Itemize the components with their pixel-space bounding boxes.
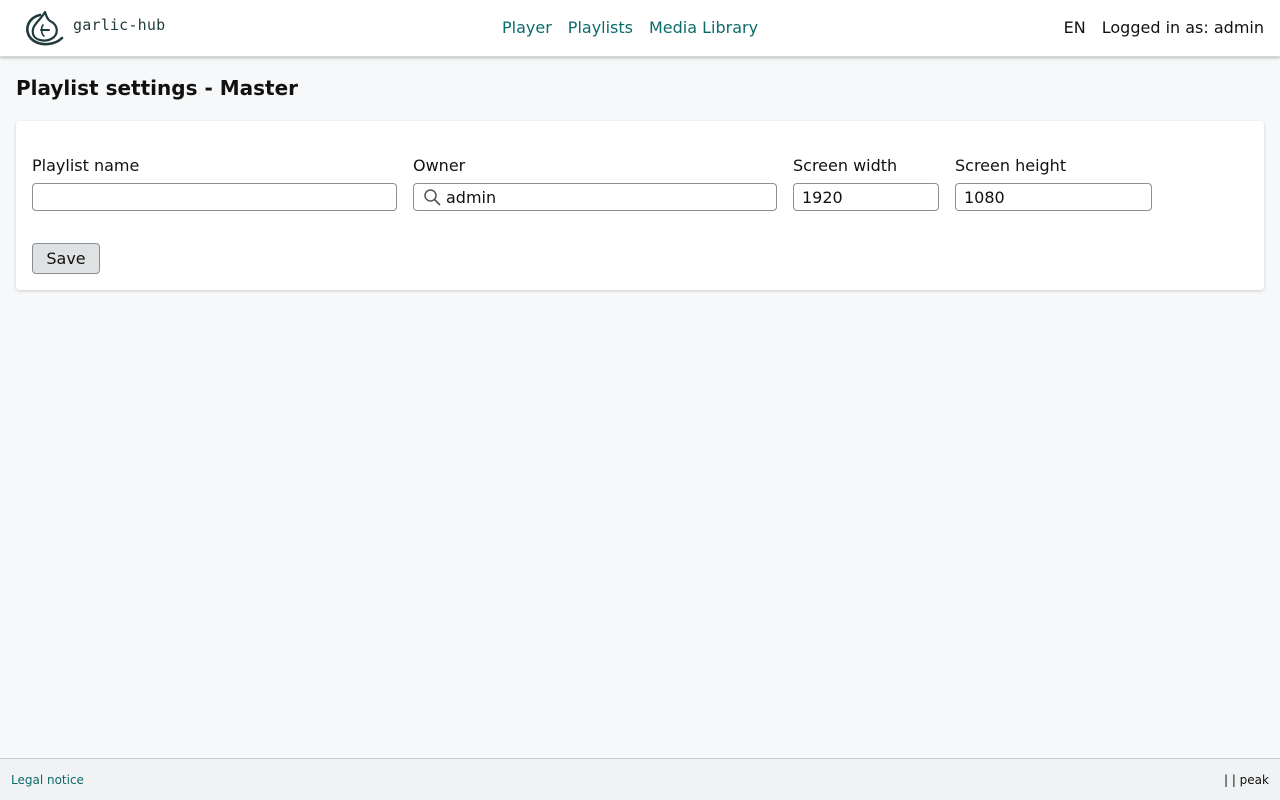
nav-media-library[interactable]: Media Library	[649, 18, 758, 37]
owner-label: Owner	[413, 156, 466, 175]
language-selector[interactable]: EN	[1064, 18, 1086, 37]
screen-height-input[interactable]	[955, 183, 1152, 211]
footer: Legal notice | | peak	[0, 758, 1280, 800]
garlic-logo-icon	[26, 10, 64, 46]
screen-width-label: Screen width	[793, 156, 898, 175]
playlist-name-label: Playlist name	[32, 156, 140, 175]
playlist-settings-form: Playlist name Owner Screen width Screen …	[16, 121, 1264, 290]
owner-field: Owner	[413, 155, 777, 211]
main-nav: Player Playlists Media Library	[502, 18, 758, 37]
screen-width-field: Screen width	[793, 155, 939, 211]
brand-name: garlic-hub	[73, 16, 166, 34]
footer-version-text: | | peak	[1223, 773, 1269, 787]
nav-player[interactable]: Player	[502, 18, 552, 37]
user-area: EN Logged in as: admin	[1064, 18, 1264, 37]
brand-logo[interactable]: garlic-hub	[22, 8, 165, 46]
playlist-name-input[interactable]	[32, 183, 397, 211]
page-title: Playlist settings - Master	[16, 76, 298, 100]
screen-height-label: Screen height	[955, 156, 1067, 175]
save-button[interactable]: Save	[32, 243, 100, 274]
owner-input[interactable]	[413, 183, 777, 211]
playlist-name-field: Playlist name	[32, 155, 397, 211]
owner-search-box	[413, 183, 777, 211]
logged-in-user[interactable]: Logged in as: admin	[1102, 18, 1264, 37]
screen-height-field: Screen height	[955, 155, 1152, 211]
screen-width-input[interactable]	[793, 183, 939, 211]
top-bar: garlic-hub Player Playlists Media Librar…	[0, 0, 1280, 57]
legal-notice-link[interactable]: Legal notice	[11, 773, 84, 787]
nav-playlists[interactable]: Playlists	[568, 18, 633, 37]
